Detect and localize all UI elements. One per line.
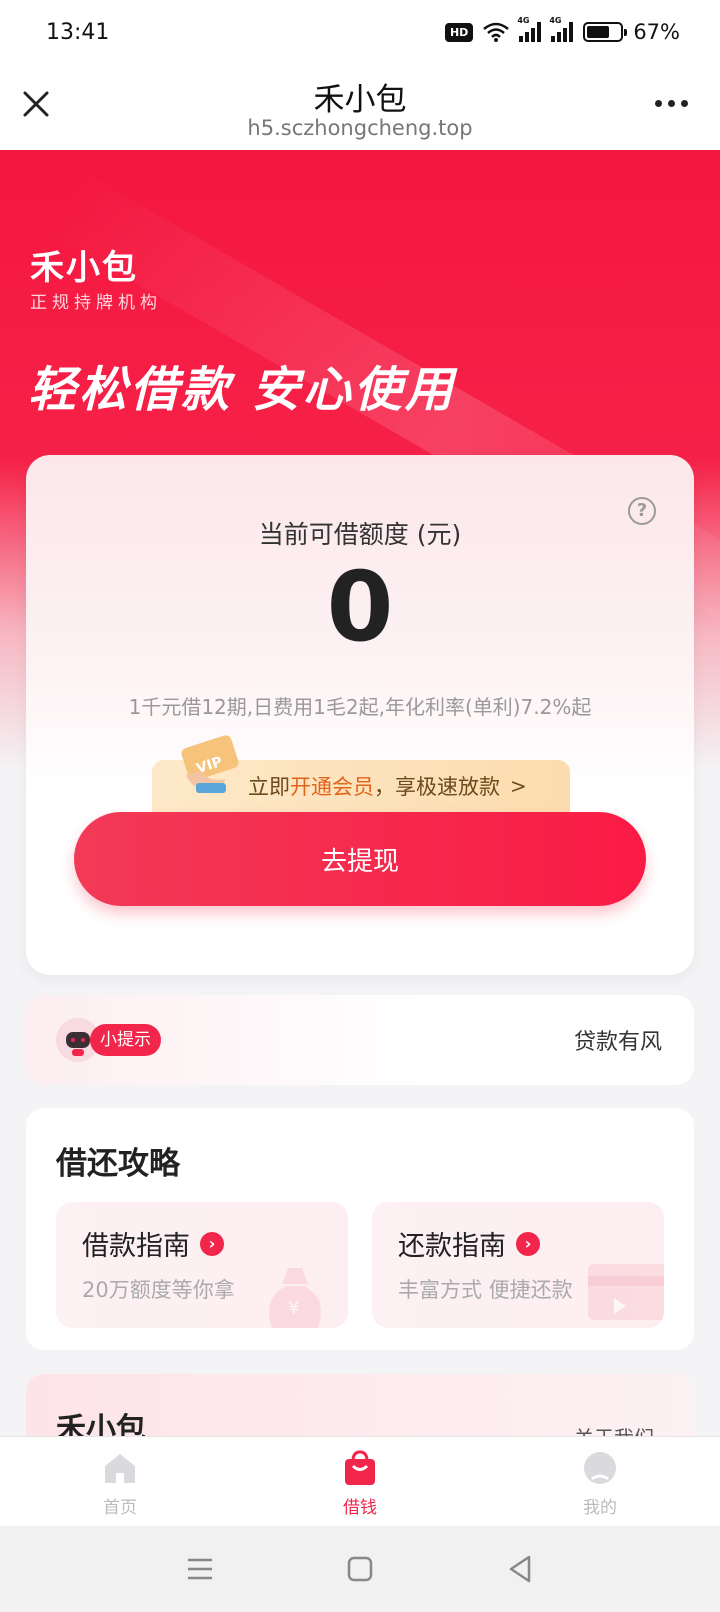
loan-guide-subtitle: 20万额度等你拿 [82,1278,235,1302]
guide-card: 借还攻略 借款指南 › 20万额度等你拿 ¥ 还款指南 › 丰富方式 便捷还款 [26,1108,694,1350]
battery-icon [583,22,628,42]
vip-suffix: ，享极速放款 [374,775,500,799]
money-bag-icon: ¥ [269,1268,321,1328]
back-icon[interactable] [500,1549,540,1589]
guide-title: 借还攻略 [56,1146,180,1182]
tip-bar[interactable]: 小提示 贷款有风 [26,995,694,1085]
tab-borrow[interactable]: 借钱 [240,1437,480,1526]
loan-guide-card[interactable]: 借款指南 › 20万额度等你拿 ¥ [56,1202,348,1328]
status-time: 13:41 [46,19,110,45]
wifi-icon [483,22,510,42]
home-icon [105,1454,135,1483]
svg-text:¥: ¥ [288,1298,299,1319]
slogan: 轻松借款 安心使用 [28,362,456,418]
signal-icon-2: 4G [549,16,574,42]
hd-icon: HD [444,22,474,42]
more-options-icon[interactable] [655,100,688,107]
quota-amount: 0 [326,551,394,663]
vip-highlight: 开通会员 [290,775,374,799]
arrow-right-icon: › [200,1232,224,1256]
quota-label: 当前可借额度 (元) [258,520,462,549]
tip-text: 贷款有风 [573,1030,662,1055]
bottom-tab-bar: 首页 借钱 我的 [0,1436,720,1526]
tab-profile-label: 我的 [583,1498,617,1518]
tip-badge: 小提示 [90,1024,161,1056]
title-bar: 禾小包 h5.sczhongcheng.top [0,64,720,150]
profile-icon [584,1452,616,1484]
status-bar: 13:41 HD 4G 4G 67% [0,0,720,64]
brand-subtitle: 正规持牌机构 [30,293,162,313]
vip-ticket-icon: VIP [181,735,239,793]
repayment-guide-title: 还款指南 [398,1231,506,1262]
signal-icon: 4G [517,16,542,42]
system-navigation-bar [0,1526,720,1612]
vip-prefix: 立即 [248,775,290,799]
tab-home-label: 首页 [103,1498,137,1518]
tab-home[interactable]: 首页 [0,1437,240,1526]
menu-icon[interactable] [180,1549,220,1589]
status-icons: HD 4G 4G 67% [444,16,680,44]
withdraw-button[interactable]: 去提现 [74,812,646,906]
chevron-right-icon: > [510,774,527,798]
tab-profile[interactable]: 我的 [480,1437,720,1526]
arrow-right-icon: › [516,1232,540,1256]
tab-borrow-label: 借钱 [343,1498,377,1518]
bag-icon [345,1450,375,1485]
quota-card: ? 当前可借额度 (元) 0 1千元借12期,日费用1毛2起,年化利率(单利)7… [26,455,694,975]
repayment-guide-subtitle: 丰富方式 便捷还款 [398,1278,573,1302]
card-icon [588,1264,664,1320]
quota-description: 1千元借12期,日费用1毛2起,年化利率(单利)7.2%起 [128,695,592,719]
loan-guide-title: 借款指南 [82,1231,190,1262]
battery-percent: 67% [633,20,680,44]
repayment-guide-card[interactable]: 还款指南 › 丰富方式 便捷还款 [372,1202,664,1328]
brand-name: 禾小包 [30,248,138,288]
page-title: 禾小包 [313,82,407,118]
page-url: h5.sczhongcheng.top [247,116,473,140]
home-button-icon[interactable] [340,1549,380,1589]
